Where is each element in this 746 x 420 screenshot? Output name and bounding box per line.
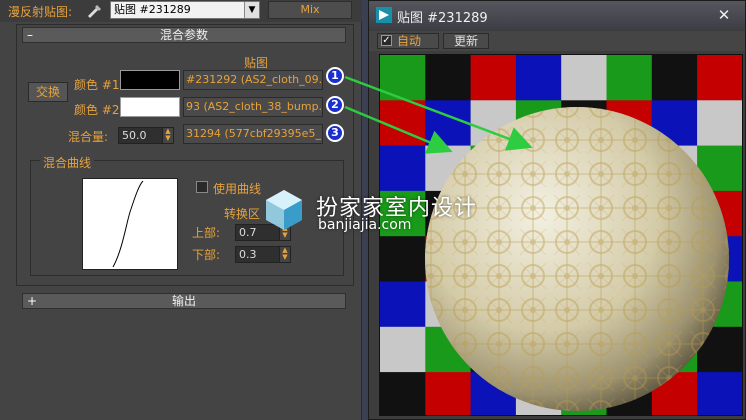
arrow-to-map2 xyxy=(344,105,453,154)
arrow-to-map1 xyxy=(344,75,533,151)
annotation-arrows xyxy=(344,75,533,154)
